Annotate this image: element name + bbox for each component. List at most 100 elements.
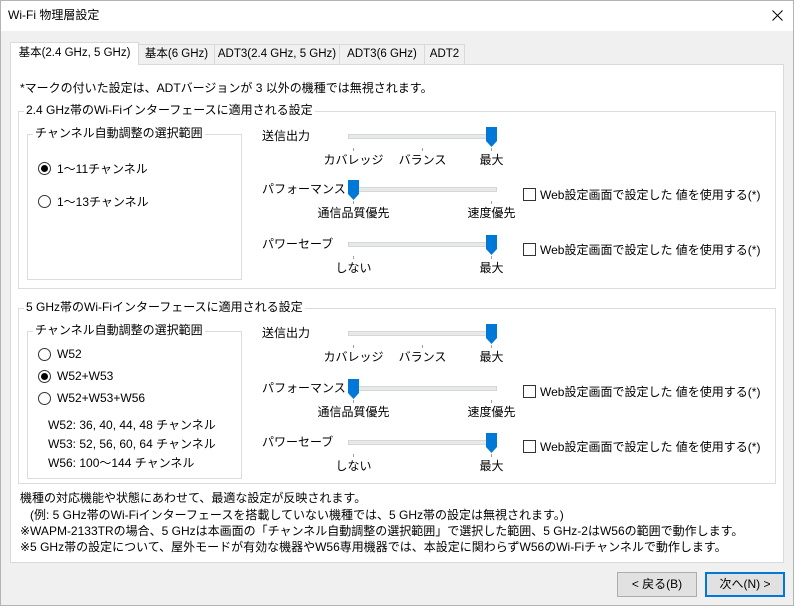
performance-label-24ghz: パフォーマンス [262, 182, 346, 196]
scale-label-max: 最大 [479, 261, 504, 275]
scale-label-speed: 速度優先 [467, 206, 516, 220]
radio-channel-1-13[interactable]: 1～13チャンネル [38, 193, 149, 209]
scale-label-balance: バランス [398, 350, 447, 364]
checkbox-label: Web設定画面で設定した 値を使用する(*) [540, 384, 761, 399]
radio-label: W52 [57, 347, 82, 361]
use-web-setting-performance-24ghz[interactable]: Web設定画面で設定した 値を使用する(*) [523, 186, 760, 202]
slider-tick [353, 400, 354, 403]
checkbox-label: Web設定画面で設定した 値を使用する(*) [540, 439, 761, 454]
radio-label: 1～11チャンネル [57, 161, 148, 176]
radio-button[interactable] [38, 391, 51, 405]
use-web-setting-power-save-5ghz[interactable]: Web設定画面で設定した 値を使用する(*) [523, 438, 760, 454]
title-bar [0, 0, 794, 31]
checkbox[interactable] [523, 187, 536, 201]
channel-range-title-5ghz: チャンネル自動調整の選択範囲 [33, 322, 205, 338]
slider-tick [491, 148, 492, 151]
tab-adt2[interactable]: ADT2 [424, 44, 465, 65]
slider-thumb-icon[interactable] [348, 379, 359, 399]
scale-label-max: 最大 [479, 459, 504, 473]
tx-power-slider-24ghz[interactable]: カバレッジ バランス 最大 [323, 126, 504, 170]
slider-thumb-icon[interactable] [348, 180, 359, 200]
slider-tick [353, 148, 354, 151]
tab-basic-6ghz[interactable]: 基本(6 GHz) [138, 44, 215, 65]
checkbox-label: Web設定画面で設定した 値を使用する(*) [540, 242, 761, 257]
slider-track [348, 331, 497, 336]
slider-tick [353, 256, 354, 259]
checkbox[interactable] [523, 384, 536, 398]
use-web-setting-performance-5ghz[interactable]: Web設定画面で設定した 値を使用する(*) [523, 383, 760, 399]
tab-adt3-6ghz[interactable]: ADT3(6 GHz) [339, 44, 425, 65]
slider-tick [422, 148, 423, 151]
scale-label-quality: 通信品質優先 [317, 206, 390, 220]
adt-version-note: *マークの付いた設定は、ADTバージョンが 3 以外の機種では無視されます。 [20, 81, 433, 95]
tx-power-label-5ghz: 送信出力 [262, 326, 311, 340]
radio-button[interactable] [38, 369, 51, 383]
checkbox-label: Web設定画面で設定した 値を使用する(*) [540, 187, 761, 202]
slider-thumb-icon[interactable] [486, 324, 497, 344]
power-save-label-24ghz: パワーセーブ [262, 237, 334, 251]
radio-w52[interactable]: W52 [38, 346, 82, 362]
radio-w52-w53-w56[interactable]: W52+W53+W56 [38, 390, 145, 406]
slider-tick [353, 454, 354, 457]
scale-label-coverage: カバレッジ [323, 153, 384, 167]
channel-list-w56: W56: 100～144 チャンネル [48, 456, 195, 470]
performance-slider-24ghz[interactable]: 通信品質優先 速度優先 [317, 179, 516, 223]
slider-track [348, 386, 497, 391]
scale-label-off: しない [335, 459, 372, 473]
slider-tick [491, 400, 492, 403]
scale-label-balance: バランス [398, 153, 447, 167]
footer-note: ※5 GHz帯の設定について、屋外モードが有効な機器やW56専用機器では、本設定… [20, 540, 727, 554]
back-button[interactable]: < 戻る(B) [617, 572, 697, 597]
tx-power-slider-5ghz[interactable]: カバレッジ バランス 最大 [323, 323, 504, 367]
slider-tick [491, 454, 492, 457]
channel-range-title-24ghz: チャンネル自動調整の選択範囲 [33, 125, 205, 141]
channel-list-w52: W52: 36, 40, 44, 48 チャンネル [48, 418, 216, 432]
scale-label-coverage: カバレッジ [323, 350, 384, 364]
radio-label: W52+W53 [57, 369, 114, 383]
power-save-label-5ghz: パワーセーブ [262, 435, 334, 449]
slider-tick [491, 345, 492, 348]
slider-thumb-icon[interactable] [486, 433, 497, 453]
scale-label-speed: 速度優先 [467, 405, 516, 419]
radio-channel-1-11[interactable]: 1～11チャンネル [38, 160, 148, 176]
radio-button[interactable] [38, 161, 51, 175]
footer-note: (例: 5 GHz帯のWi-Fiインターフェースを搭載していない機種では、5 G… [30, 508, 564, 522]
performance-label-5ghz: パフォーマンス [262, 381, 346, 395]
channel-list-w53: W53: 52, 56, 60, 64 チャンネル [48, 437, 216, 451]
band-5ghz-group-title: 5 GHz帯のWi-Fiインターフェースに適用される設定 [24, 299, 305, 315]
slider-thumb-icon[interactable] [486, 127, 497, 147]
power-save-slider-24ghz[interactable]: しない 最大 [335, 234, 504, 278]
power-save-slider-5ghz[interactable]: しない 最大 [335, 432, 504, 476]
band-24ghz-group-title: 2.4 GHz帯のWi-Fiインターフェースに適用される設定 [24, 102, 315, 118]
slider-track [348, 187, 497, 192]
radio-w52-w53[interactable]: W52+W53 [38, 368, 113, 384]
radio-button[interactable] [38, 347, 51, 361]
tab-basic-24-5ghz[interactable]: 基本(2.4 GHz, 5 GHz) [10, 42, 139, 65]
slider-thumb-icon[interactable] [486, 235, 497, 255]
performance-slider-5ghz[interactable]: 通信品質優先 速度優先 [317, 378, 516, 422]
slider-tick [353, 345, 354, 348]
footer-note: ※WAPM-2133TRの場合、5 GHzは本画面の「チャンネル自動調整の選択範… [20, 524, 744, 538]
footer-note: 機種の対応機能や状態にあわせて、最適な設定が反映されます。 [20, 491, 367, 505]
window-title: Wi-Fi 物理層設定 [8, 8, 100, 22]
radio-label: W52+W53+W56 [57, 391, 146, 405]
slider-tick [422, 345, 423, 348]
scale-label-max: 最大 [479, 350, 504, 364]
slider-track [348, 134, 497, 139]
checkbox[interactable] [523, 439, 536, 453]
checkbox[interactable] [523, 242, 536, 256]
use-web-setting-power-save-24ghz[interactable]: Web設定画面で設定した 値を使用する(*) [523, 241, 760, 257]
scale-label-max: 最大 [479, 153, 504, 167]
close-button[interactable] [760, 1, 793, 30]
tab-adt3-24-5ghz[interactable]: ADT3(2.4 GHz, 5 GHz) [214, 44, 340, 65]
radio-button[interactable] [38, 194, 51, 208]
scale-label-off: しない [335, 261, 372, 275]
slider-tick [491, 201, 492, 204]
slider-track [348, 242, 497, 247]
next-button[interactable]: 次へ(N) > [705, 572, 785, 597]
radio-label: 1～13チャンネル [57, 194, 149, 209]
slider-tick [491, 256, 492, 259]
tx-power-label-24ghz: 送信出力 [262, 129, 311, 143]
scale-label-quality: 通信品質優先 [317, 405, 390, 419]
slider-tick [353, 201, 354, 204]
